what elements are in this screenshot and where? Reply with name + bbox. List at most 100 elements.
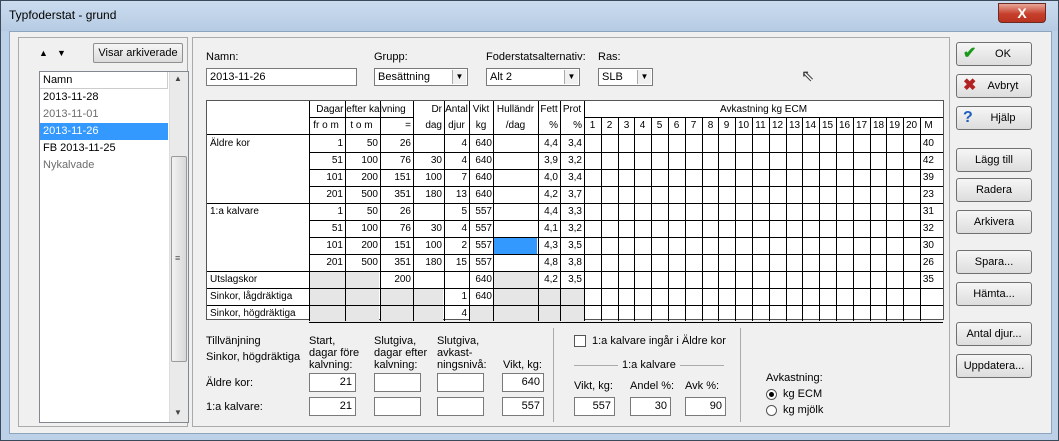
kalv-andel-field[interactable]: 30 bbox=[630, 397, 671, 416]
cell-antal: 5 bbox=[461, 206, 467, 217]
cell-m: 39 bbox=[922, 172, 934, 183]
grid-line bbox=[802, 117, 803, 321]
grid-line bbox=[702, 117, 703, 321]
save-button[interactable]: Spara... bbox=[956, 250, 1032, 274]
feed-table[interactable]: 1 2 3 4 5 6 7 8 9 10 11 12 13 14 15 16 17 18 19 20 M Dagar ef… bbox=[206, 100, 944, 323]
slut-header-3: kalvning: bbox=[374, 359, 418, 371]
avk-col-header: 16 bbox=[838, 120, 851, 131]
kalv-vikt-input[interactable]: 557 bbox=[502, 397, 544, 416]
chevron-down-icon[interactable]: ▼ bbox=[564, 70, 578, 84]
scroll-down-icon[interactable]: ▼ bbox=[174, 408, 182, 417]
kalv-start-input[interactable]: 21 bbox=[309, 397, 356, 416]
name-list[interactable]: Namn 2013-11-28 2013-11-01 2013-11-26 FB… bbox=[39, 71, 189, 423]
cell-prot: 3,2 bbox=[568, 155, 582, 166]
cell-antal: 4 bbox=[461, 155, 467, 166]
cell-eq: 200 bbox=[394, 274, 411, 285]
grid-line bbox=[207, 203, 943, 204]
aldre-vikt-input[interactable]: 640 bbox=[502, 373, 544, 392]
cell-fett: 4,1 bbox=[544, 223, 558, 234]
slut-header-1: Slutgiva, bbox=[374, 335, 417, 347]
cell-from: 1 bbox=[337, 206, 343, 217]
group-select[interactable]: Besättning ▼ bbox=[374, 68, 468, 86]
alt-label: Foderstatsalternativ: bbox=[486, 51, 586, 63]
alt-select[interactable]: Alt 2 ▼ bbox=[486, 68, 580, 86]
close-button[interactable]: X bbox=[998, 3, 1046, 23]
avkastning-label: Avkastning: bbox=[766, 372, 823, 384]
cell-from: 101 bbox=[326, 240, 343, 251]
kalvare-in-aldre-checkbox[interactable] bbox=[574, 335, 586, 347]
sort-down-icon[interactable]: ▼ bbox=[57, 48, 66, 58]
aldre-slut-input[interactable] bbox=[374, 373, 421, 392]
cell-from: 101 bbox=[326, 172, 343, 183]
name-label: Namn: bbox=[206, 51, 239, 63]
list-item[interactable]: 2013-11-28 bbox=[40, 89, 168, 106]
fetch-button[interactable]: Hämta... bbox=[956, 282, 1032, 306]
list-item-selected[interactable]: 2013-11-26 bbox=[40, 123, 168, 140]
group-label: Sinkor, lågdräktiga bbox=[210, 291, 293, 302]
cell-prot: 3,5 bbox=[568, 274, 582, 285]
cell-vikt: 640 bbox=[475, 155, 492, 166]
cell-from: 1 bbox=[337, 138, 343, 149]
sort-up-icon[interactable]: ▲ bbox=[39, 48, 48, 58]
cell-fett: 4,2 bbox=[544, 274, 558, 285]
name-input[interactable]: 2013-11-26 bbox=[206, 68, 357, 86]
kalv-avk-field[interactable]: 90 bbox=[685, 397, 726, 416]
group-label: Grupp: bbox=[374, 51, 408, 63]
chevron-down-icon[interactable]: ▼ bbox=[637, 70, 651, 84]
archive-button[interactable]: Arkivera bbox=[956, 210, 1032, 234]
cell-m: 35 bbox=[922, 274, 934, 285]
ok-button[interactable]: ✔ OK bbox=[956, 42, 1032, 66]
cell-eq: 76 bbox=[399, 155, 411, 166]
scroll-up-icon[interactable]: ▲ bbox=[174, 74, 182, 83]
delete-button[interactable]: Radera bbox=[956, 178, 1032, 202]
cell-vikt: 557 bbox=[475, 223, 492, 234]
cell-fett: 4,8 bbox=[544, 257, 558, 268]
cell-vikt: 640 bbox=[475, 172, 492, 183]
list-scrollbar[interactable]: ▲ ≡ ▼ bbox=[169, 72, 188, 422]
kalv-slut-input[interactable] bbox=[374, 397, 421, 416]
cancel-button[interactable]: ✖ Avbryt bbox=[956, 74, 1032, 98]
cell-antal: 13 bbox=[455, 189, 467, 200]
update-button[interactable]: Uppdatera... bbox=[956, 354, 1032, 378]
cell-vikt: 640 bbox=[475, 189, 492, 200]
kalv-vikt-field[interactable]: 557 bbox=[574, 397, 615, 416]
show-archived-button[interactable]: Visar arkiverade bbox=[93, 43, 183, 63]
title-bar[interactable]: Typfoderstat - grund X bbox=[1, 1, 1058, 31]
header-vikt: Vikt bbox=[472, 104, 490, 115]
chevron-down-icon[interactable]: ▼ bbox=[452, 70, 466, 84]
list-header-namn[interactable]: Namn bbox=[40, 72, 168, 89]
kalv-slutniva-input[interactable] bbox=[437, 397, 484, 416]
aldre-slutniva-input[interactable] bbox=[437, 373, 484, 392]
cell-dr: 30 bbox=[430, 223, 442, 234]
cell-dr: 30 bbox=[430, 155, 442, 166]
mjolk-radio[interactable] bbox=[766, 405, 777, 416]
cell-vikt: 640 bbox=[475, 274, 492, 285]
breed-select[interactable]: SLB ▼ bbox=[598, 68, 653, 86]
scrollbar-thumb[interactable]: ≡ bbox=[171, 156, 187, 362]
count-animals-button[interactable]: Antal djur... bbox=[956, 322, 1032, 346]
header-kg: kg bbox=[475, 120, 487, 131]
grid-line bbox=[309, 169, 943, 170]
avk-col-header: 3 bbox=[623, 120, 630, 131]
help-button[interactable]: ? Hjälp bbox=[956, 106, 1032, 130]
list-item[interactable]: 2013-11-01 bbox=[40, 106, 168, 123]
grid-line bbox=[870, 117, 871, 321]
list-item[interactable]: Nykalvade bbox=[40, 157, 168, 174]
header-avkastning: Avkastning kg ECM bbox=[719, 104, 808, 115]
aldre-start-input[interactable]: 21 bbox=[309, 373, 356, 392]
cell-antal: 2 bbox=[461, 240, 467, 251]
ecm-radio[interactable] bbox=[766, 389, 777, 400]
grid-line bbox=[752, 117, 753, 321]
grid-line bbox=[207, 271, 943, 272]
grid-line bbox=[853, 117, 854, 321]
group-label: Sinkor, högdräktiga bbox=[210, 308, 296, 319]
cross-icon: ✖ bbox=[963, 77, 977, 94]
cell-eq: 26 bbox=[399, 138, 411, 149]
list-item[interactable]: FB 2013-11-25 bbox=[40, 140, 168, 157]
cell-m: 30 bbox=[922, 240, 934, 251]
selected-cell[interactable] bbox=[494, 238, 537, 254]
add-button[interactable]: Lägg till bbox=[956, 148, 1032, 172]
header-perdag: /dag bbox=[505, 120, 526, 131]
avk-col-header: 14 bbox=[804, 120, 817, 131]
grid-line bbox=[769, 117, 770, 321]
